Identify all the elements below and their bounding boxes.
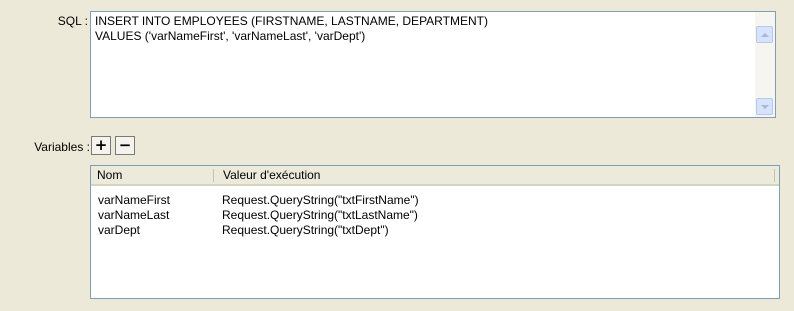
minus-icon: − — [118, 136, 132, 154]
sql-scrollbar[interactable] — [755, 12, 775, 117]
scroll-down-button[interactable] — [756, 98, 773, 115]
sql-text: INSERT INTO EMPLOYEES (FIRSTNAME, LASTNA… — [95, 14, 488, 43]
variable-value-cell: Request.QueryString("txtFirstName") — [222, 193, 419, 207]
sql-textarea[interactable]: INSERT INTO EMPLOYEES (FIRSTNAME, LASTNA… — [90, 11, 776, 118]
column-header-name[interactable]: Nom — [97, 166, 207, 184]
variables-label: Variables : — [34, 140, 90, 154]
sql-label: SQL : — [57, 14, 88, 28]
variables-table[interactable]: Nom Valeur d'exécution varNameFirst Requ… — [90, 165, 780, 299]
plus-icon: + — [94, 136, 108, 154]
table-row[interactable]: varNameFirst Request.QueryString("txtFir… — [91, 193, 779, 208]
column-header-value[interactable]: Valeur d'exécution — [223, 166, 763, 184]
column-divider[interactable] — [774, 169, 775, 182]
table-body: varNameFirst Request.QueryString("txtFir… — [91, 193, 779, 238]
sql-variables-panel: SQL : INSERT INTO EMPLOYEES (FIRSTNAME, … — [0, 0, 794, 311]
remove-variable-button[interactable]: − — [115, 136, 135, 155]
add-variable-button[interactable]: + — [91, 136, 111, 155]
scroll-up-button[interactable] — [756, 26, 773, 43]
variable-value-cell: Request.QueryString("txtLastName") — [222, 208, 418, 222]
column-divider[interactable] — [213, 169, 214, 182]
table-row[interactable]: varDept Request.QueryString("txtDept") — [91, 223, 779, 238]
table-row[interactable]: varNameLast Request.QueryString("txtLast… — [91, 208, 779, 223]
variable-value-cell: Request.QueryString("txtDept") — [222, 223, 389, 237]
table-header: Nom Valeur d'exécution — [91, 166, 779, 186]
variable-name-cell: varNameLast — [98, 208, 170, 222]
arrow-up-icon — [760, 32, 769, 37]
arrow-down-icon — [760, 104, 769, 109]
variable-name-cell: varDept — [98, 223, 141, 237]
variable-name-cell: varNameFirst — [98, 193, 171, 207]
